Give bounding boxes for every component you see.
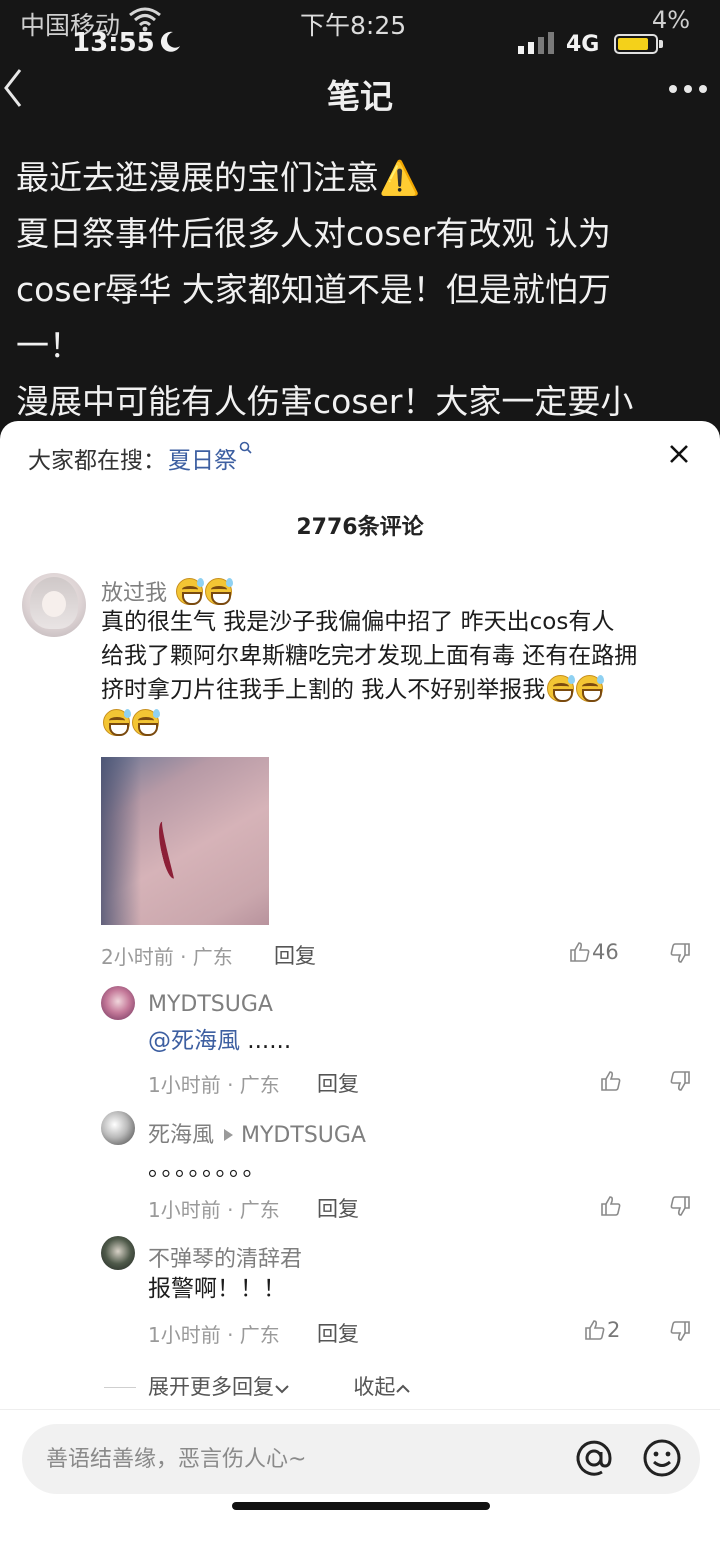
reply-to-username[interactable]: MYDTSUGA: [241, 1123, 366, 1148]
reply-username[interactable]: 不弹琴的清辞君: [148, 1241, 302, 1273]
comment-count: 2776条评论: [296, 515, 424, 540]
reply-button[interactable]: 回复: [317, 1068, 359, 1098]
reply-text: @死海風 ......: [148, 1024, 291, 1058]
laughing-sweat-emoji-icon: [132, 709, 160, 736]
expand-more-label: 展开更多回复: [148, 1375, 274, 1399]
comment-input-bar: [0, 1409, 720, 1557]
reply-arrow-icon: [224, 1129, 234, 1141]
network-label: 4G: [566, 32, 600, 57]
thumbs-up-icon: [585, 1320, 605, 1340]
laughing-sweat-emoji-icon: [176, 578, 205, 605]
divider: [104, 1387, 136, 1388]
note-line: 最近去逛漫展的宝们注意⚠️: [16, 158, 421, 197]
trending-search[interactable]: 大家都在搜：夏日祭: [28, 441, 253, 475]
reply-text: 。。。。。。。。: [148, 1155, 268, 1181]
chevron-down-icon: [275, 1385, 289, 1394]
like-button[interactable]: 2: [583, 1318, 620, 1342]
ellipsis-icon[interactable]: [668, 84, 708, 94]
laughing-sweat-emoji-icon: [205, 578, 234, 605]
chevron-up-icon: [396, 1384, 411, 1393]
comment-text-line: 真的很生气 我是沙子我偏偏中招了 昨天出cos有人: [101, 609, 615, 635]
trending-search-label: 大家都在搜：: [28, 448, 166, 474]
page-title: 笔记: [327, 77, 393, 116]
expand-more-button[interactable]: 展开更多回复: [148, 1375, 290, 1399]
comment-username-text: 放过我: [101, 581, 168, 606]
avatar[interactable]: [101, 1111, 135, 1145]
comment-meta: 2小时前 · 广东: [101, 945, 233, 969]
reply-button[interactable]: 回复: [274, 940, 316, 970]
search-icon: [239, 441, 252, 454]
comment-input-container[interactable]: [22, 1424, 700, 1494]
comment-text-line-last: 挤时拿刀片往我手上割的 我人不好别举报我: [101, 673, 701, 707]
collapse-button[interactable]: 收起: [353, 1375, 411, 1399]
clock-center: 下午8:25: [300, 11, 407, 40]
at-icon[interactable]: [574, 1438, 614, 1478]
comment-text: 真的很生气 我是沙子我偏偏中招了 昨天出cos有人 给我了颗阿尔卑斯糖吃完才发现…: [101, 605, 701, 741]
comment-text-line: 挤时拿刀片往我手上割的 我人不好别举报我: [101, 677, 546, 703]
comment-sheet: 大家都在搜：夏日祭 2776条评论 放过我 真的很生气 我是沙子我偏偏中招了 昨…: [0, 421, 720, 1557]
thumbs-up-icon: [570, 942, 590, 962]
battery-icon: [614, 34, 663, 54]
reply-button[interactable]: 回复: [317, 1193, 359, 1223]
reply-button[interactable]: 回复: [317, 1318, 359, 1348]
avatar[interactable]: [22, 573, 86, 637]
thumbs-down-icon[interactable]: [668, 1069, 692, 1093]
mention-link[interactable]: @死海風: [148, 1028, 240, 1054]
like-count: 2: [607, 1318, 621, 1342]
moon-icon: [160, 31, 180, 52]
expand-row: 展开更多回复 收起: [104, 1371, 411, 1401]
thumbs-up-icon[interactable]: [599, 1194, 623, 1218]
laughing-sweat-emoji-icon: [576, 675, 605, 702]
collapse-label: 收起: [353, 1375, 396, 1399]
note-line: 夏日祭事件后很多人对coser有改观 认为: [16, 214, 611, 253]
emoji-icon[interactable]: [642, 1438, 682, 1478]
clock-small: 13:55: [72, 28, 155, 58]
reply-username[interactable]: 死海風: [148, 1123, 214, 1148]
note-body: 最近去逛漫展的宝们注意⚠️ 夏日祭事件后很多人对coser有改观 认为 cose…: [16, 150, 716, 430]
thumbs-up-icon[interactable]: [599, 1069, 623, 1093]
nav-bar: 笔记: [0, 62, 720, 122]
reply-text: 报警啊！！！: [148, 1276, 286, 1302]
home-indicator[interactable]: [232, 1502, 490, 1510]
reply-username[interactable]: MYDTSUGA: [148, 992, 273, 1017]
comment-input[interactable]: [46, 1442, 546, 1476]
laughing-sweat-emoji-icon: [547, 675, 576, 702]
note-line: 一！: [16, 326, 82, 365]
thumbs-down-icon[interactable]: [668, 941, 692, 965]
trending-search-keyword[interactable]: 夏日祭: [168, 448, 237, 474]
comment-text-line: 给我了颗阿尔卑斯糖吃完才发现上面有毒 还有在路拥: [101, 643, 638, 669]
avatar[interactable]: [101, 1236, 135, 1270]
like-count: 46: [592, 940, 619, 964]
thumbs-down-icon[interactable]: [668, 1319, 692, 1343]
like-button[interactable]: 46: [568, 940, 619, 964]
comment-image[interactable]: [101, 757, 269, 925]
comment-username[interactable]: 放过我: [101, 575, 234, 607]
reply-meta: 1小时前 · 广东: [148, 1323, 280, 1347]
laughing-sweat-emoji-icon: [103, 709, 131, 736]
reply-username-row: 死海風 MYDTSUGA: [148, 1117, 366, 1149]
close-icon[interactable]: [666, 441, 692, 467]
note-line: coser辱华 大家都知道不是！但是就怕万: [16, 270, 611, 309]
status-bar: 中国移动 13:55 下午8:25 4G 4%: [0, 0, 720, 60]
reply-text-body: ......: [240, 1028, 292, 1054]
thumbs-down-icon[interactable]: [668, 1194, 692, 1218]
signal-icon: [518, 32, 554, 54]
comment-emoji-line: [101, 707, 701, 741]
avatar[interactable]: [101, 986, 135, 1020]
reply-meta: 1小时前 · 广东: [148, 1198, 280, 1222]
reply-meta: 1小时前 · 广东: [148, 1073, 280, 1097]
battery-percent: 4%: [651, 6, 690, 34]
